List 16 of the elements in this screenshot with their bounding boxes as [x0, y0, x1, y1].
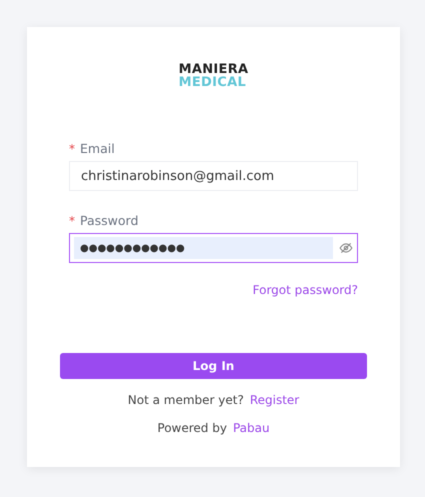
required-mark: * [69, 142, 75, 156]
logo: MANIERA MEDICAL [178, 63, 248, 89]
password-input[interactable]: ●●●●●●●●●●●● [74, 237, 333, 259]
field-label: Email [80, 141, 115, 156]
forgot-password-link[interactable]: Forgot password? [252, 283, 358, 297]
email-input[interactable]: christinarobinson@gmail.com [81, 165, 346, 187]
email-field[interactable]: christinarobinson@gmail.com [69, 161, 358, 191]
login-button[interactable]: Log In [60, 353, 367, 379]
register-prompt: Not a member yet? [128, 393, 244, 407]
pabau-link[interactable]: Pabau [232, 421, 270, 435]
required-mark: * [69, 214, 75, 228]
powered-by-text: Powered by [157, 421, 227, 435]
field-label: Password [80, 213, 138, 228]
password-field[interactable]: ●●●●●●●●●●●● [69, 233, 358, 263]
eye-off-icon[interactable] [339, 241, 353, 255]
register-link[interactable]: Register [250, 393, 300, 407]
